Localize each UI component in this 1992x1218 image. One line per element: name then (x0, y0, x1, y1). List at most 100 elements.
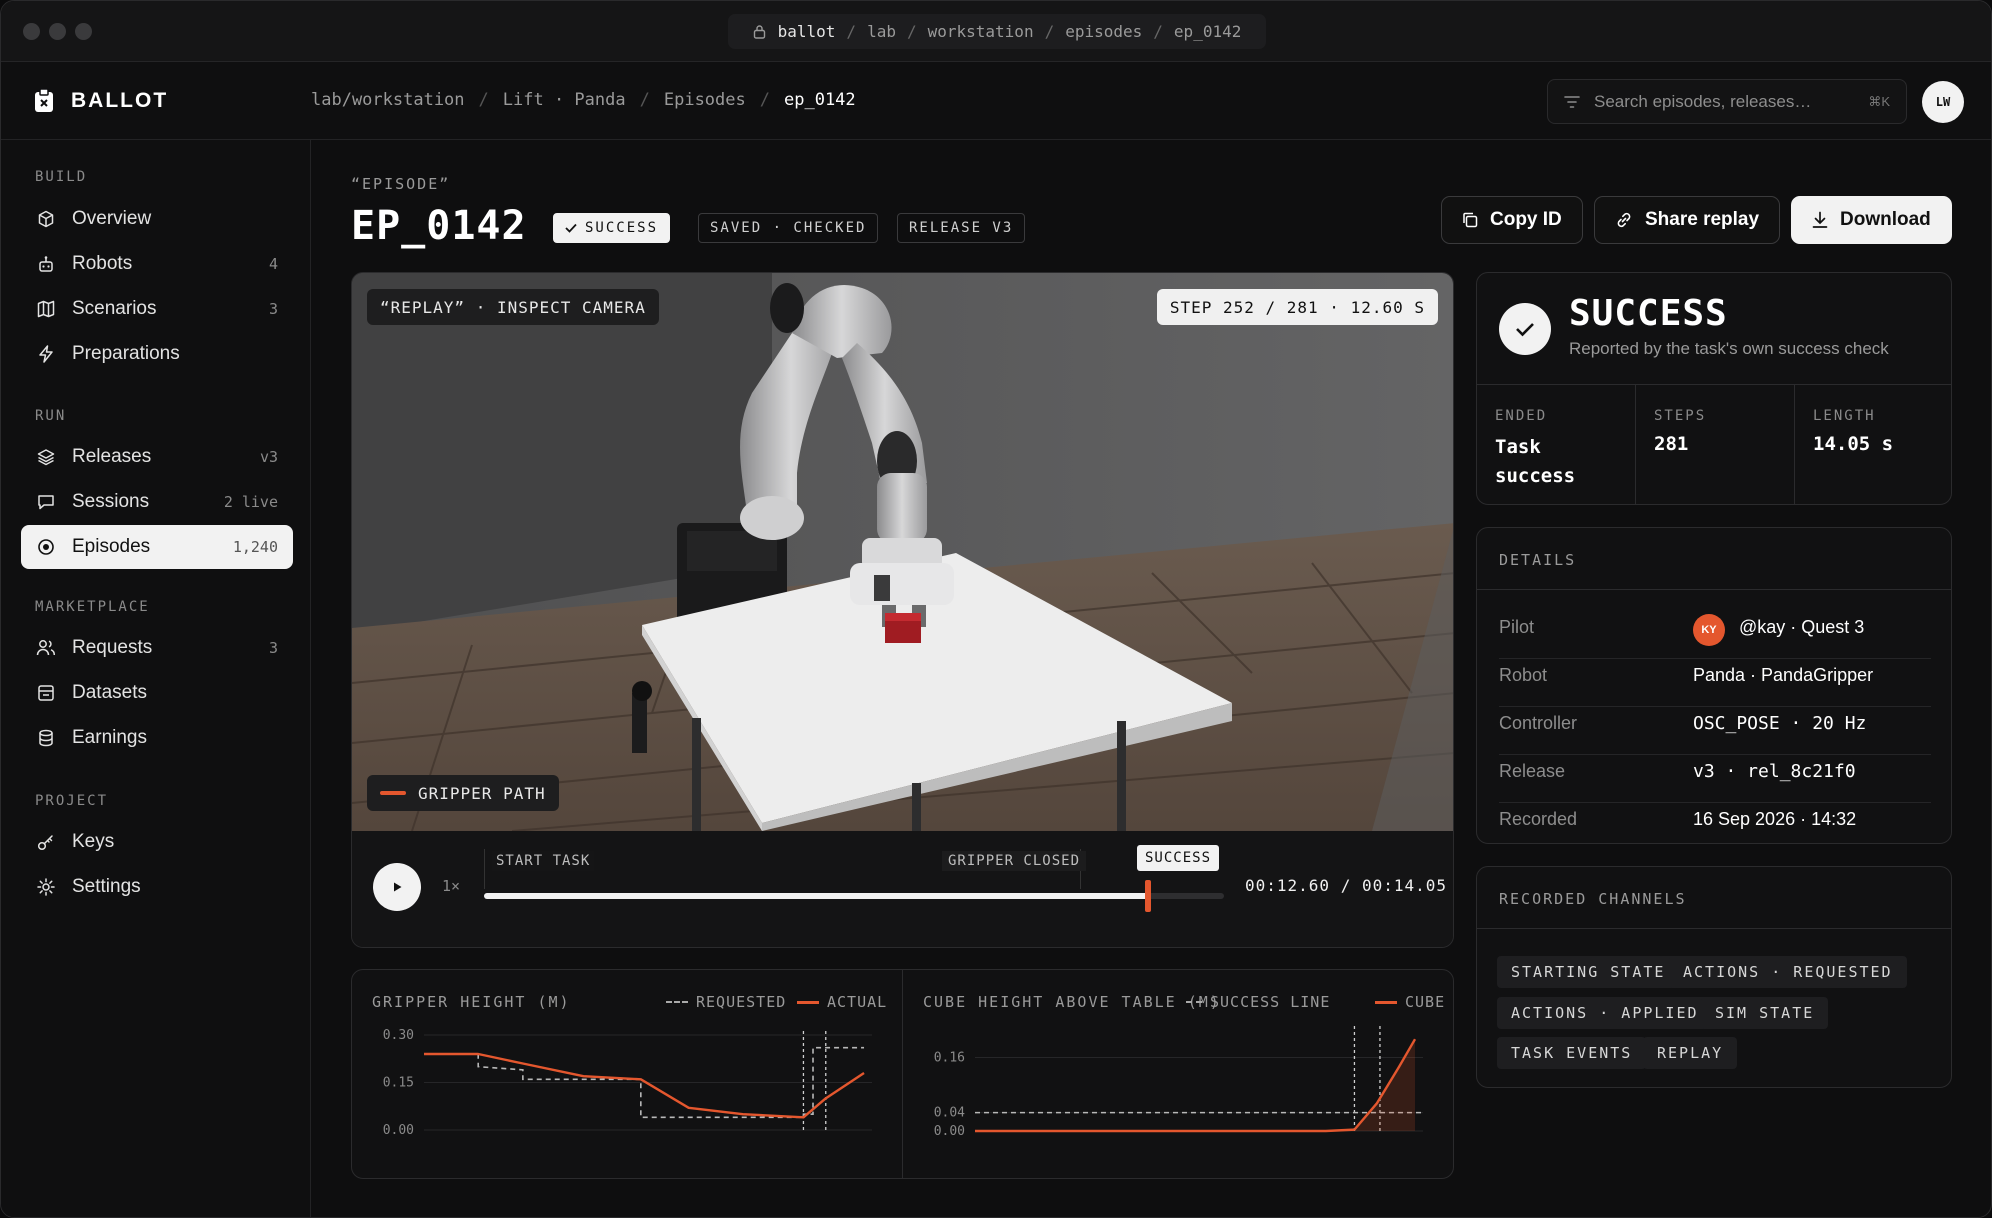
cube-icon (36, 209, 56, 229)
y-tick-label: 0.04 (934, 1106, 965, 1121)
sidebar-item-label: Overview (72, 208, 152, 229)
sidebar-item-label: Earnings (72, 727, 147, 748)
search-input[interactable]: Search episodes, releases… ⌘K (1547, 79, 1907, 124)
breadcrumb-item[interactable]: lab/workstation (311, 90, 465, 110)
share-replay-label: Share replay (1645, 209, 1760, 230)
status-badge-saved: SAVED · CHECKED (698, 213, 879, 243)
sidebar-item-episodes[interactable]: Episodes 1,240 (21, 525, 293, 569)
url-segment: ballot (777, 22, 836, 41)
copy-id-button[interactable]: Copy ID (1441, 196, 1583, 244)
download-label: Download (1840, 209, 1931, 230)
gripper-path-label: GRIPPER PATH (418, 783, 546, 803)
sidebar-item-label: Datasets (72, 682, 147, 703)
sidebar-item-sessions[interactable]: Sessions 2 live (21, 480, 293, 524)
channel-chip[interactable]: REPLAY (1643, 1037, 1738, 1069)
download-button[interactable]: Download (1791, 196, 1952, 244)
archive-icon (36, 683, 56, 703)
series-line-cube (975, 1038, 1417, 1133)
sidebar-item-releases[interactable]: Releases v3 (21, 435, 293, 479)
stat-label: LENGTH (1813, 408, 1876, 424)
play-button[interactable] (373, 863, 421, 911)
layers-icon (36, 447, 56, 467)
playback-speed[interactable]: 1× (442, 877, 460, 895)
user-avatar[interactable]: LW (1922, 81, 1964, 123)
title-bar: ballot / lab / workstation / episodes / … (1, 1, 1991, 62)
share-replay-button[interactable]: Share replay (1594, 196, 1781, 244)
brand-logo[interactable]: BALLOT (33, 88, 168, 114)
sidebar-item-settings[interactable]: Settings (21, 865, 293, 909)
result-title: SUCCESS (1569, 293, 1728, 334)
coins-icon (36, 728, 56, 748)
detail-label: Robot (1499, 665, 1548, 685)
status-badge-success: SUCCESS (553, 213, 671, 243)
close-window-button[interactable] (23, 23, 40, 40)
detail-value: Panda · PandaGripper (1693, 665, 1874, 685)
channel-chip[interactable]: SIM STATE (1701, 997, 1829, 1029)
stat-label: STEPS (1654, 408, 1707, 424)
sidebar-item-robots[interactable]: Robots 4 (21, 242, 293, 286)
replay-camera-view[interactable] (352, 273, 1454, 831)
sidebar-item-label: Requests (72, 637, 153, 658)
top-bar: BALLOT lab/workstation / Lift · Panda / … (1, 62, 1991, 140)
timeline-marker-gripper-closed[interactable]: GRIPPER CLOSED (942, 851, 1087, 871)
step-indicator: STEP 252 / 281 · 12.60 S (1156, 289, 1438, 325)
timeline-marker-start-task[interactable]: START TASK (492, 851, 595, 871)
download-icon (1812, 211, 1828, 229)
divider (1794, 384, 1795, 505)
replay-mode-tag: “REPLAY” · INSPECT CAMERA (367, 289, 659, 325)
sidebar-item-overview[interactable]: Overview (21, 197, 293, 241)
details-card: DETAILS Pilot KY @kay · Quest 3 Robot Pa… (1476, 527, 1952, 844)
sidebar-item-preparations[interactable]: Preparations (21, 332, 293, 376)
robot-icon (36, 254, 56, 274)
replay-viewer[interactable]: “REPLAY” · INSPECT CAMERA STEP 252 / 281… (351, 272, 1454, 948)
zoom-window-button[interactable] (75, 23, 92, 40)
timeline-marker-success[interactable]: SUCCESS (1137, 845, 1220, 871)
ballot-box-icon (33, 88, 55, 114)
channel-chip[interactable]: ACTIONS · APPLIED (1497, 997, 1713, 1029)
channel-chip[interactable]: STARTING STATE (1497, 956, 1680, 988)
breadcrumb-item[interactable]: Lift · Panda (503, 90, 626, 110)
detail-value: 16 Sep 2026 · 14:32 (1693, 809, 1857, 829)
timeline-scrubber-handle[interactable] (1144, 880, 1151, 912)
copy-icon (1462, 212, 1478, 228)
divider (1477, 384, 1951, 385)
timeline-track[interactable] (484, 880, 1224, 912)
channel-chip[interactable]: ACTIONS · REQUESTED (1669, 956, 1907, 988)
sidebar-item-label: Scenarios (72, 298, 157, 319)
sun-gear-icon (36, 877, 56, 897)
y-tick-label: 0.00 (383, 1123, 414, 1138)
url-segment: workstation (927, 22, 1034, 41)
y-tick-label: 0.15 (383, 1076, 414, 1091)
channel-chip[interactable]: TASK EVENTS (1497, 1037, 1647, 1069)
divider (1499, 658, 1931, 659)
search-shortcut: ⌘K (1868, 93, 1890, 109)
divider (1477, 589, 1951, 590)
detail-label: Release (1499, 761, 1566, 781)
detail-value: v3 · rel_8c21f0 (1693, 761, 1856, 782)
users-icon (36, 638, 56, 658)
message-icon (36, 492, 56, 512)
divider (1499, 706, 1931, 707)
sidebar-item-keys[interactable]: Keys (21, 820, 293, 864)
channels-header: RECORDED CHANNELS (1499, 890, 1687, 908)
section-label-build: BUILD (35, 169, 88, 185)
divider (1635, 384, 1636, 505)
minimize-window-button[interactable] (49, 23, 66, 40)
address-bar[interactable]: ballot / lab / workstation / episodes / … (728, 14, 1266, 49)
sidebar-item-datasets[interactable]: Datasets (21, 671, 293, 715)
chart-plot: 0.16 0.04 0.00 (934, 1026, 1423, 1139)
sidebar-item-requests[interactable]: Requests 3 (21, 626, 293, 670)
breadcrumb-item[interactable]: Episodes (664, 90, 746, 110)
divider (1499, 754, 1931, 755)
gripper-path-toggle[interactable]: GRIPPER PATH (367, 775, 559, 811)
filter-icon (1564, 95, 1580, 109)
result-card: SUCCESS Reported by the task's own succe… (1476, 272, 1952, 505)
page-title: EP_0142 (351, 203, 527, 249)
detail-value: OSC_POSE · 20 Hz (1693, 713, 1867, 734)
status-badge-label: SUCCESS (585, 220, 659, 236)
sidebar-item-count: 1,240 (232, 538, 278, 556)
sidebar-item-earnings[interactable]: Earnings (21, 716, 293, 760)
divider (1477, 928, 1951, 929)
sidebar-item-scenarios[interactable]: Scenarios 3 (21, 287, 293, 331)
breadcrumb: lab/workstation / Lift · Panda / Episode… (311, 90, 856, 110)
